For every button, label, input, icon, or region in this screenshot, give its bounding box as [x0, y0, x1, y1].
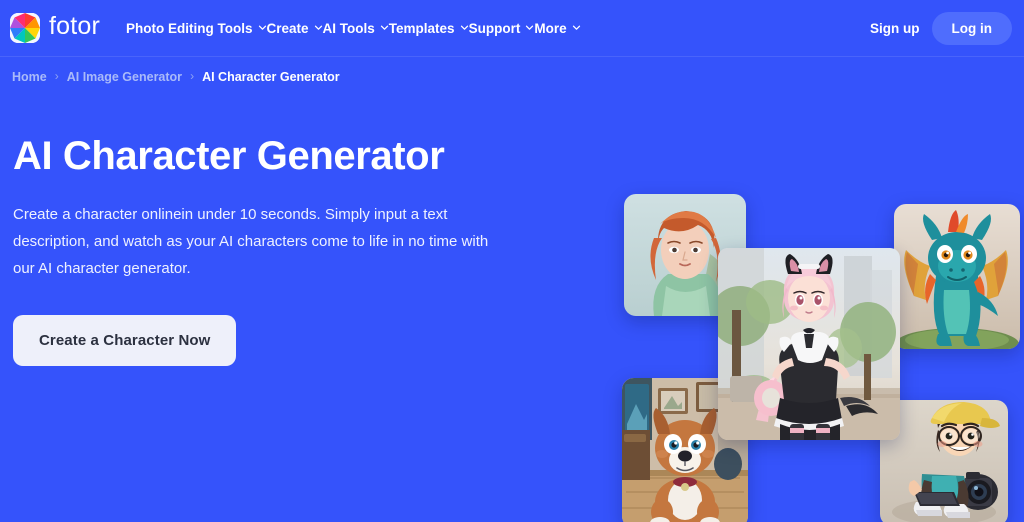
character-image-collage — [612, 84, 1024, 522]
fotor-brand-logo[interactable]: fotor — [10, 13, 100, 43]
hero-copy: AI Character Generator Create a characte… — [0, 98, 560, 366]
nav-item-ai-tools[interactable]: AI Tools — [323, 15, 389, 42]
nav-item-label: AI Tools — [322, 20, 375, 36]
chevron-down-icon — [572, 23, 581, 32]
create-a-character-button[interactable]: Create a Character Now — [13, 314, 237, 366]
brand-name-text: fotor — [49, 12, 101, 40]
hero-description: Create a character onlinein under 10 sec… — [13, 205, 489, 278]
top-navigation-bar: fotor Photo Editing Tools Create AI Tool… — [0, 0, 1024, 57]
breadcrumb-separator-icon: › — [54, 69, 59, 83]
chevron-down-icon — [380, 23, 389, 32]
breadcrumb-item-current: AI Character Generator — [202, 70, 340, 84]
collage-image-anime-catgirl[interactable] — [718, 248, 900, 440]
breadcrumb-item-ai-image-generator[interactable]: AI Image Generator — [67, 70, 182, 84]
nav-item-photo-editing-tools[interactable]: Photo Editing Tools — [126, 15, 266, 42]
nav-item-label: Photo Editing Tools — [126, 20, 253, 36]
chevron-down-icon — [525, 23, 534, 32]
chevron-down-icon — [460, 23, 469, 32]
sign-up-link[interactable]: Sign up — [870, 21, 920, 36]
collage-image-teal-dragon[interactable] — [894, 204, 1020, 349]
anime-catgirl-character-art — [718, 248, 900, 440]
nav-menu: Photo Editing Tools Create AI Tools Temp… — [126, 15, 836, 42]
nav-item-support[interactable]: Support — [469, 15, 535, 42]
breadcrumb: Home › AI Image Generator › AI Character… — [0, 57, 1024, 84]
breadcrumb-item-home[interactable]: Home — [12, 70, 47, 84]
chevron-down-icon — [258, 23, 267, 32]
breadcrumb-separator-icon: › — [190, 69, 195, 83]
nav-item-label: Create — [266, 20, 309, 36]
chevron-down-icon — [314, 23, 323, 32]
nav-item-more[interactable]: More — [534, 15, 580, 42]
teal-dragon-character-art — [894, 204, 1020, 349]
hero-section: AI Character Generator Create a characte… — [0, 84, 1024, 522]
nav-item-templates[interactable]: Templates — [389, 15, 469, 42]
nav-item-create[interactable]: Create — [267, 15, 323, 42]
log-in-button[interactable]: Log in — [931, 11, 1012, 45]
nav-item-label: Templates — [388, 20, 455, 36]
fotor-logo-icon — [10, 13, 40, 43]
nav-account-actions: Sign up Log in — [870, 11, 1012, 45]
page-title: AI Character Generator — [13, 134, 445, 178]
nav-item-label: Support — [468, 20, 521, 36]
page-root: fotor Photo Editing Tools Create AI Tool… — [0, 0, 1024, 522]
nav-item-label: More — [534, 20, 567, 36]
